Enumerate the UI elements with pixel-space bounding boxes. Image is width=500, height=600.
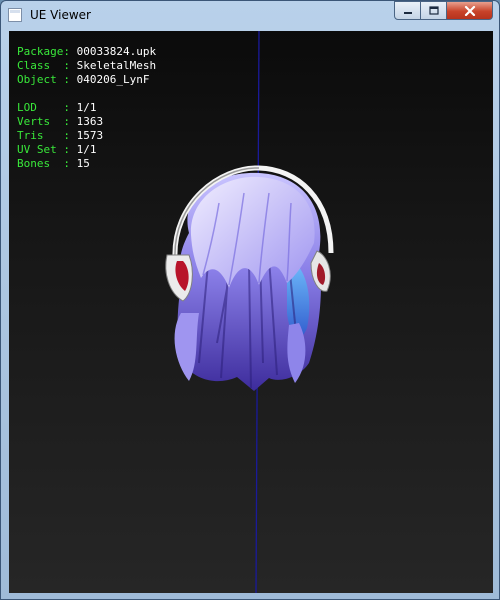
- info-verts: Verts : 1363: [17, 115, 104, 128]
- info-class: Class : SkeletalMesh: [17, 59, 157, 72]
- info-tris: Tris : 1573: [17, 129, 104, 142]
- info-lod: LOD : 1/1: [17, 101, 97, 114]
- 3d-viewport[interactable]: Package: 00033824.upk Class : SkeletalMe…: [9, 31, 493, 593]
- window-title: UE Viewer: [30, 8, 91, 22]
- minimize-icon: [403, 11, 412, 14]
- app-window: UE Viewer Package: 00033824.upk Class: …: [0, 0, 500, 600]
- title-bar[interactable]: UE Viewer: [1, 1, 499, 31]
- mesh-info-panel: Package: 00033824.upk Class : SkeletalMe…: [17, 45, 156, 171]
- hair-mesh-model: [165, 165, 334, 391]
- info-package: Package: 00033824.upk: [17, 45, 157, 58]
- minimize-button[interactable]: [394, 1, 421, 20]
- info-object: Object : 040206_LynF: [17, 73, 150, 86]
- info-uvset: UV Set : 1/1: [17, 143, 97, 156]
- close-icon: [464, 5, 475, 16]
- info-bones: Bones : 15: [17, 157, 90, 170]
- app-icon: [8, 8, 22, 22]
- close-button[interactable]: [447, 1, 493, 20]
- maximize-button[interactable]: [421, 1, 447, 20]
- caption-buttons: [394, 1, 493, 20]
- maximize-icon: [428, 6, 439, 15]
